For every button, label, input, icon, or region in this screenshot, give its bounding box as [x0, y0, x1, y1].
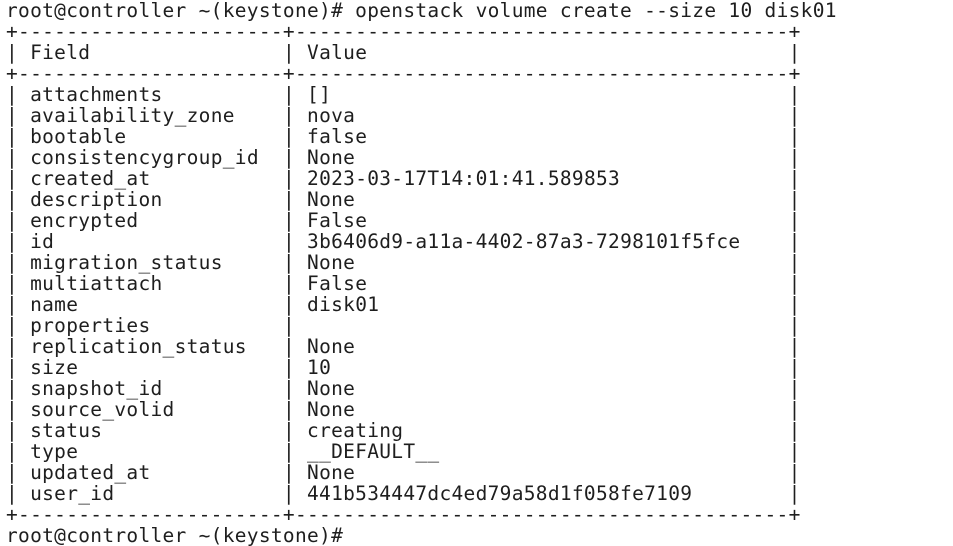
value-cell: None — [307, 377, 356, 400]
header-value: Value — [307, 41, 368, 64]
value-cell: nova — [307, 104, 356, 127]
value-cell: 441b534447dc4ed79a58d1f058fe7109 — [307, 482, 693, 505]
value-cell: 3b6406d9-a11a-4402-87a3-7298101f5fce — [307, 230, 741, 253]
value-cell: 10 — [307, 356, 332, 379]
value-cell: False — [307, 272, 368, 295]
field-cell: attachments — [30, 83, 163, 106]
field-cell: type — [30, 440, 79, 463]
field-cell: id — [30, 230, 55, 253]
command-text: openstack volume create --size 10 disk01 — [355, 0, 837, 22]
field-cell: user_id — [30, 482, 115, 505]
table-row: | bootable | false | — [6, 125, 801, 148]
table-row: | description | None | — [6, 188, 801, 211]
value-cell: None — [307, 398, 356, 421]
command-line: root@controller ~(keystone)# openstack v… — [6, 0, 953, 21]
table-row: | id | 3b6406d9-a11a-4402-87a3-7298101f5… — [6, 230, 801, 253]
value-cell: false — [307, 125, 368, 148]
value-cell: False — [307, 209, 368, 232]
table-row: | replication_status | None | — [6, 335, 801, 358]
final-prompt-line[interactable]: root@controller ~(keystone)# — [6, 525, 953, 546]
field-cell: status — [30, 419, 103, 442]
table-row: | encrypted | False | — [6, 209, 801, 232]
field-cell: multiattach — [30, 272, 163, 295]
field-cell: updated_at — [30, 461, 151, 484]
table-row: | multiattach | False | — [6, 272, 801, 295]
table-row: | created_at | 2023-03-17T14:01:41.58985… — [6, 167, 801, 190]
value-cell: 2023-03-17T14:01:41.589853 — [307, 167, 621, 190]
field-cell: consistencygroup_id — [30, 146, 259, 169]
table-header-row: | Field | Value | — [6, 41, 801, 64]
table-row: | availability_zone | nova | — [6, 104, 801, 127]
field-cell: created_at — [30, 167, 151, 190]
field-cell: replication_status — [30, 335, 247, 358]
value-cell: None — [307, 461, 356, 484]
value-cell: [] — [307, 83, 332, 106]
value-cell: disk01 — [307, 293, 380, 316]
table-row: | updated_at | None | — [6, 461, 801, 484]
table-row: | source_volid | None | — [6, 398, 801, 421]
table-row: | attachments | [] | — [6, 83, 801, 106]
field-cell: bootable — [30, 125, 127, 148]
terminal-window[interactable]: root@controller ~(keystone)# openstack v… — [0, 0, 953, 546]
final-prompt: root@controller ~(keystone)# — [6, 524, 344, 546]
field-cell: source_volid — [30, 398, 175, 421]
field-cell: size — [30, 356, 79, 379]
field-cell: properties — [30, 314, 151, 337]
table-row: | migration_status | None | — [6, 251, 801, 274]
prompt: root@controller ~(keystone)# — [6, 0, 344, 22]
table-body: | attachments | [] | | availability_zone … — [6, 84, 953, 504]
table-row: | user_id | 441b534447dc4ed79a58d1f058fe… — [6, 482, 801, 505]
value-cell: __DEFAULT__ — [307, 440, 440, 463]
table-border-top: +----------------------+----------------… — [6, 20, 801, 43]
value-cell: None — [307, 335, 356, 358]
table-border-mid: +----------------------+----------------… — [6, 62, 801, 85]
table-row: | snapshot_id | None | — [6, 377, 801, 400]
header-field: Field — [30, 41, 91, 64]
table-row: | type | __DEFAULT__ | — [6, 440, 801, 463]
field-cell: name — [30, 293, 79, 316]
value-cell: None — [307, 188, 356, 211]
table-row: | properties | | — [6, 314, 801, 337]
table-border-bottom: +----------------------+----------------… — [6, 503, 801, 526]
table-row: | consistencygroup_id | None | — [6, 146, 801, 169]
field-cell: migration_status — [30, 251, 223, 274]
table-row: | status | creating | — [6, 419, 801, 442]
value-cell: creating — [307, 419, 404, 442]
field-cell: snapshot_id — [30, 377, 163, 400]
field-cell: description — [30, 188, 163, 211]
value-cell: None — [307, 146, 356, 169]
table-row: | name | disk01 | — [6, 293, 801, 316]
field-cell: availability_zone — [30, 104, 235, 127]
table-row: | size | 10 | — [6, 356, 801, 379]
value-cell: None — [307, 251, 356, 274]
field-cell: encrypted — [30, 209, 139, 232]
